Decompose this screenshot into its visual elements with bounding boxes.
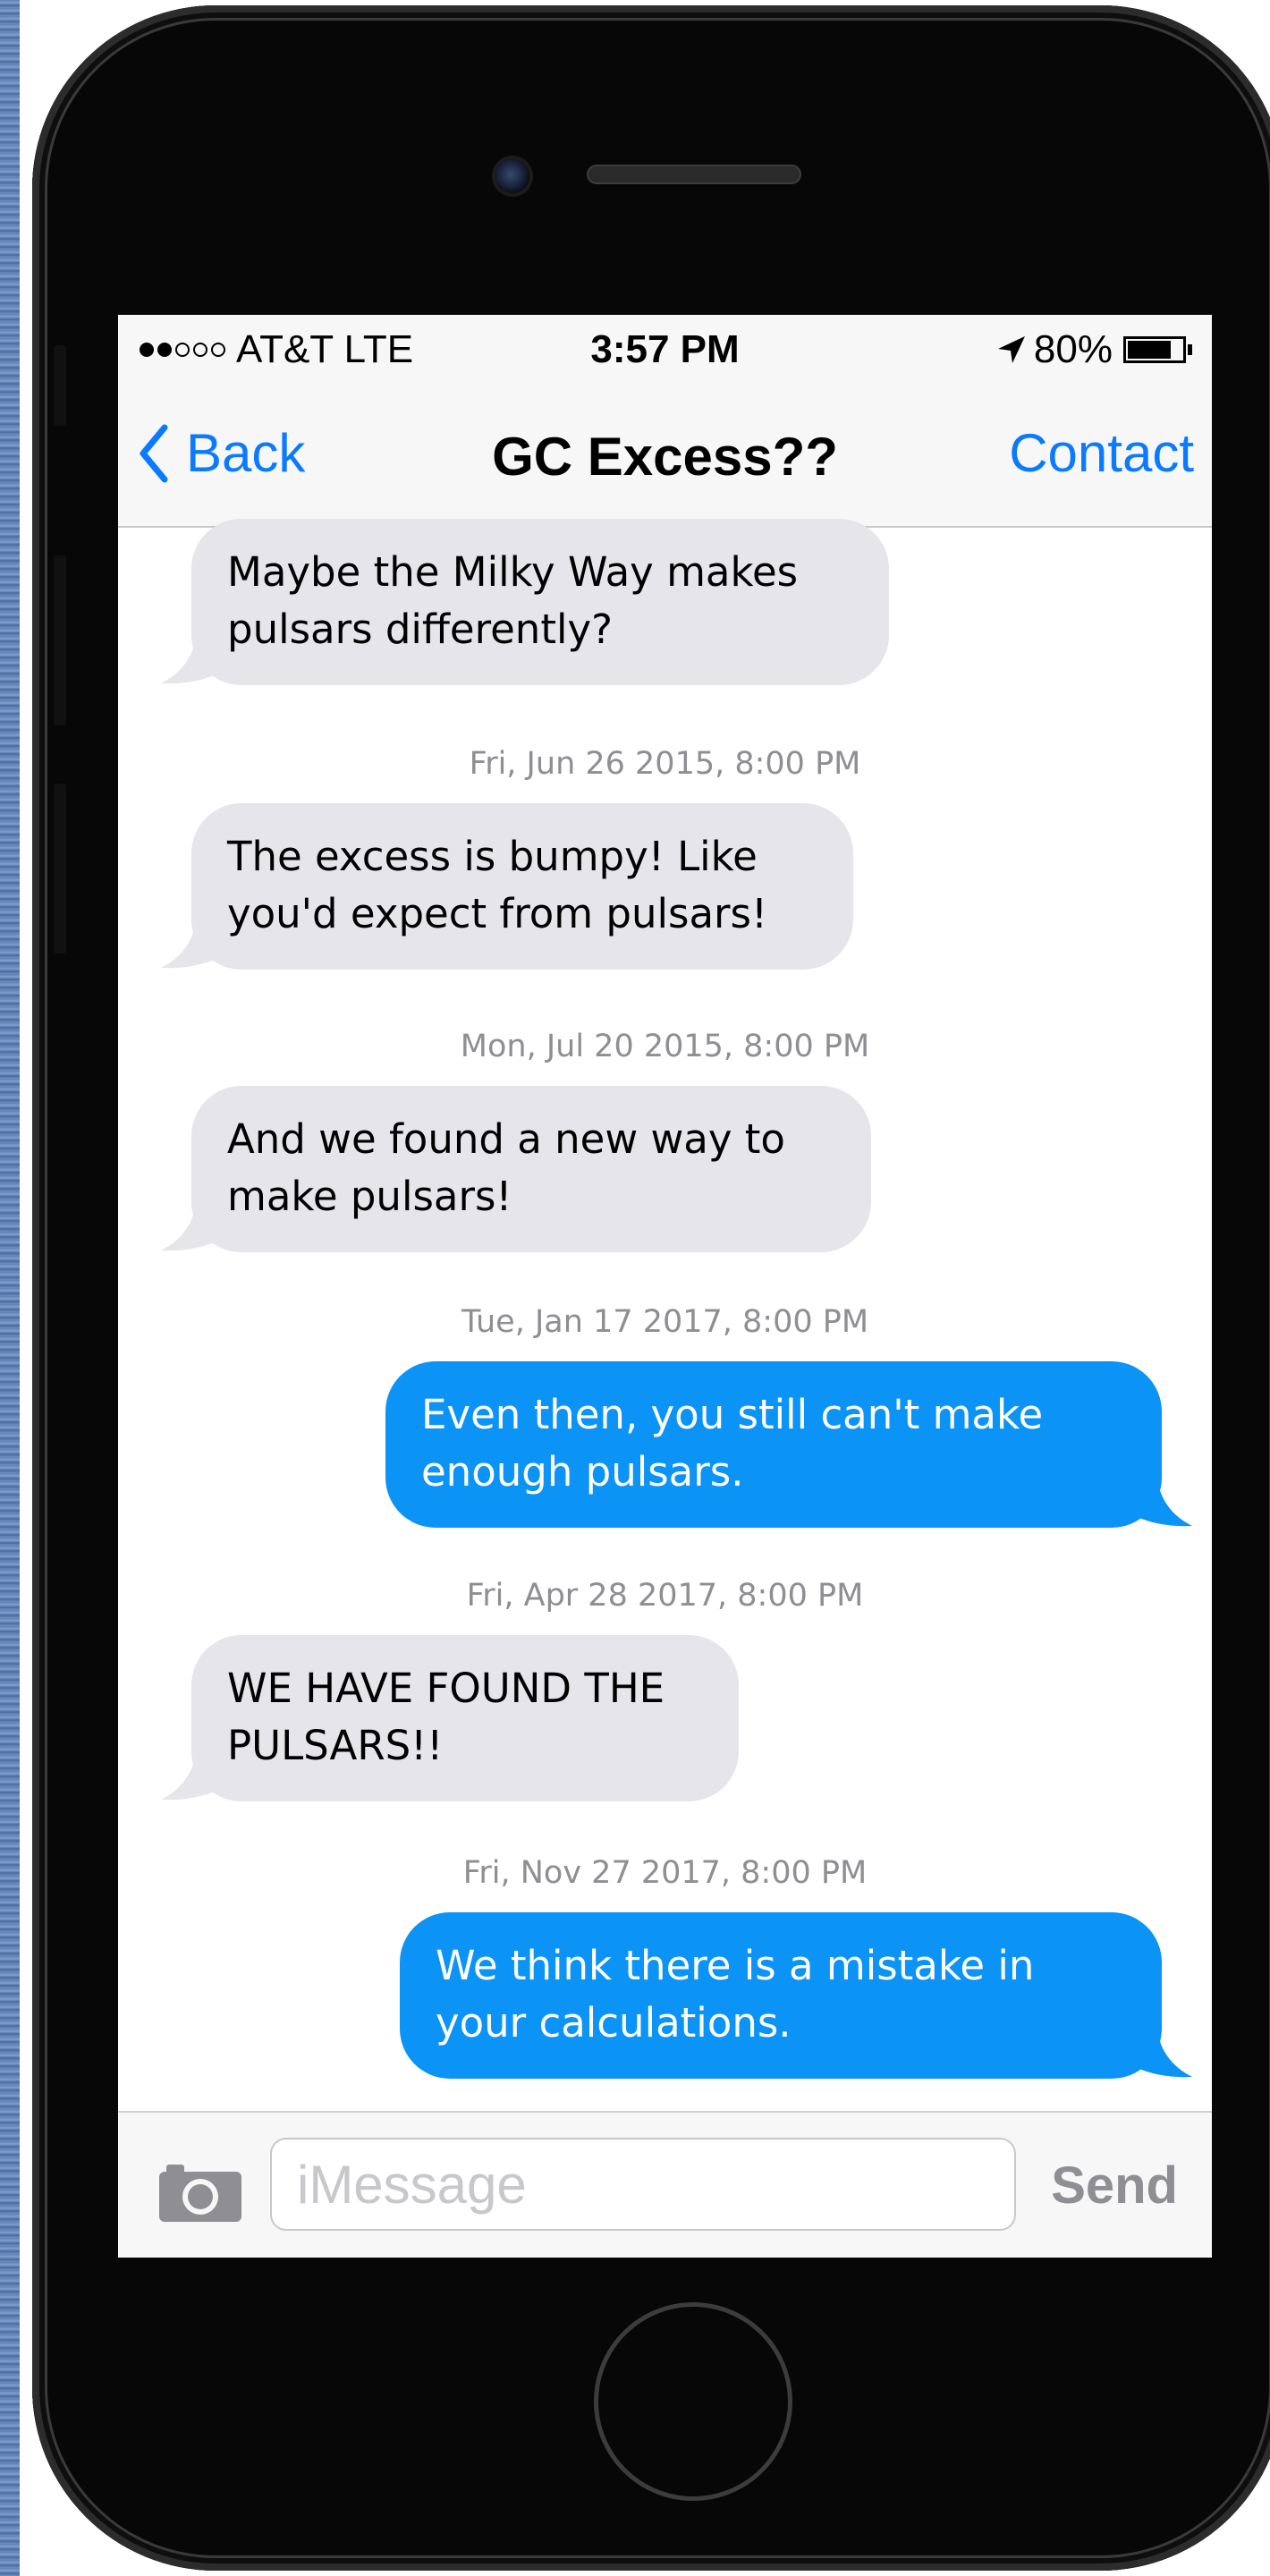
volume-up-button [54,555,66,725]
battery-icon [1123,336,1186,363]
bubble-tail [161,631,224,684]
message-text-line: enough pulsars. [421,1448,744,1496]
status-bar: AT&T LTE 3:57 PM 80% [118,315,1212,388]
battery-tip [1188,344,1192,355]
message-timestamp: Tue, Jan 17 2017, 8:00 PM [461,1304,869,1340]
message-thread: Maybe the Milky Way makes pulsars differe… [118,519,1212,2111]
message-text-line: WE HAVE FOUND THE [227,1665,665,1712]
contact-button[interactable]: Contact [1009,422,1194,484]
message-text-line: PULSARS!! [227,1722,444,1769]
front-camera [495,159,529,193]
navigation-bar: Back GC Excess?? Contact [118,388,1212,528]
sent-message-bubble[interactable]: We think there is a mistake in your calcu… [400,1912,1192,2079]
bubble-tail [1130,2025,1192,2078]
message-text-line: pulsars differently? [227,606,613,653]
send-button[interactable]: Send [1051,2156,1178,2216]
bubble-tail [161,916,224,969]
phone-screen: AT&T LTE 3:57 PM 80% Back GC Excess?? Co… [118,315,1212,2258]
background-edge [0,0,20,2576]
message-text-line: make pulsars! [227,1173,512,1220]
message-text-line: And we found a new way to [227,1115,785,1163]
bubble-tail [161,1199,224,1251]
earpiece-speaker [587,165,801,184]
message-timestamp: Fri, Apr 28 2017, 8:00 PM [466,1578,864,1614]
message-text-line: Maybe the Milky Way makes [227,548,799,596]
bubble-tail [1130,1474,1192,1527]
received-message-bubble[interactable]: And we found a new way to make pulsars! [161,1086,871,1252]
message-timestamp: Mon, Jul 20 2015, 8:00 PM [460,1029,870,1064]
message-timestamp: Fri, Jun 26 2015, 8:00 PM [469,746,861,782]
volume-down-button [54,784,66,953]
page: AT&T LTE 3:57 PM 80% Back GC Excess?? Co… [0,0,1270,2576]
received-message-bubble[interactable]: The excess is bumpy! Like you'd expect fr… [161,803,853,970]
message-text-line: We think there is a mistake in [436,1942,1035,1989]
imessage-input[interactable] [270,2138,1016,2231]
battery-area: 80% [996,327,1192,372]
message-text-line: Even then, you still can't make [421,1391,1044,1438]
composer-bar: Send [118,2111,1212,2258]
home-button[interactable] [594,2302,792,2501]
mute-switch [54,345,66,426]
camera-icon[interactable] [157,2159,243,2224]
sent-message-bubble[interactable]: Even then, you still can't make enough pu… [385,1361,1192,1528]
bubble-tail [161,1748,224,1801]
received-message-bubble[interactable]: WE HAVE FOUND THE PULSARS!! [161,1635,739,1801]
battery-fill [1128,341,1171,359]
message-text-line: The excess is bumpy! Like [227,833,758,880]
message-text-line: you'd expect from pulsars! [227,890,768,937]
received-message-bubble[interactable]: Maybe the Milky Way makes pulsars differe… [161,519,889,685]
battery-percent: 80% [1033,327,1113,371]
location-arrow-icon [997,336,1025,363]
message-text-line: your calculations. [436,1999,792,2046]
message-timestamp: Fri, Nov 27 2017, 8:00 PM [462,1855,868,1891]
